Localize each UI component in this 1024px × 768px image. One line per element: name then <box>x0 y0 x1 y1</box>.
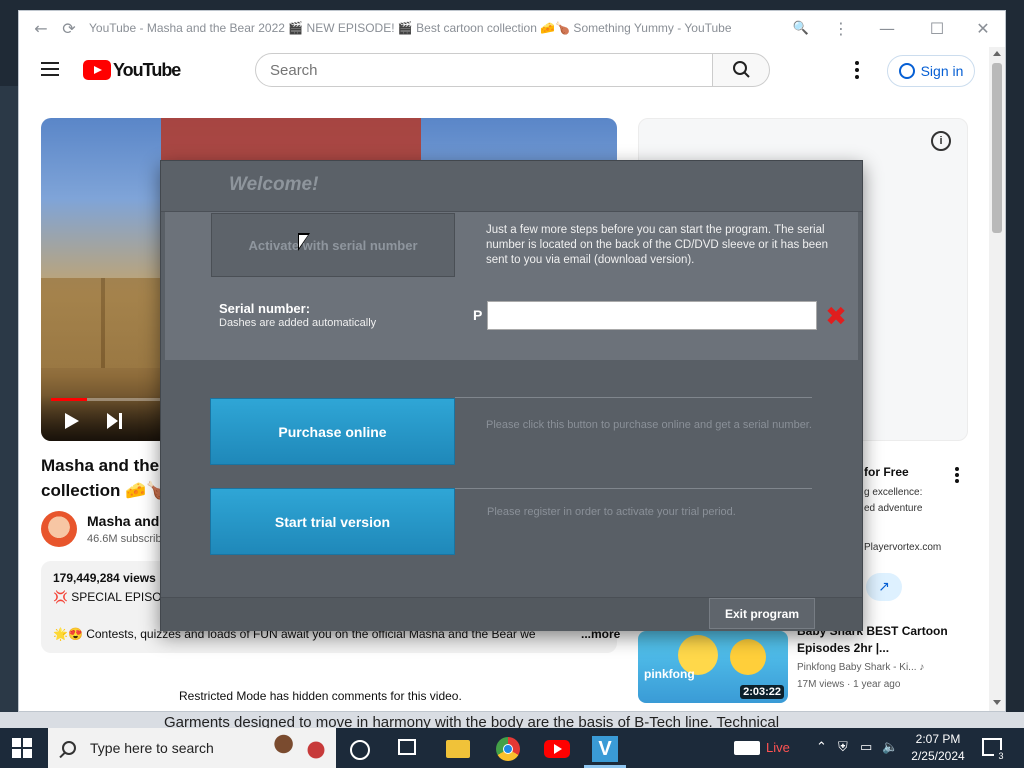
activation-dialog: Welcome! Activate with serial number Jus… <box>160 160 863 631</box>
search-icon <box>62 741 76 755</box>
divider <box>455 397 812 398</box>
youtube-play-logo-icon <box>83 60 111 80</box>
clock-date: 2/25/2024 <box>911 749 965 763</box>
sign-in-button[interactable]: Sign in <box>887 55 975 87</box>
trial-description: Please register in order to activate you… <box>487 506 736 518</box>
info-icon[interactable]: i <box>931 131 951 151</box>
purchase-online-button[interactable]: Purchase online <box>210 398 455 465</box>
ad-menu-kebab-icon[interactable] <box>955 467 959 485</box>
activation-info-text: Just a few more steps before you can sta… <box>486 224 828 266</box>
video-duration: 2:03:22 <box>740 685 784 699</box>
youtube-app-icon[interactable] <box>544 740 570 758</box>
taskbar: Type here to search V Live ⌃ ⛨ ▭ 🔈 2:07 … <box>0 728 1024 768</box>
serial-number-label: Serial number: <box>219 301 311 316</box>
related-video-meta: 17M views · 1 year ago <box>797 679 901 690</box>
youtube-logo[interactable]: YouTube <box>83 60 181 80</box>
clock-time: 2:07 PM <box>915 732 961 746</box>
close-button[interactable]: ✕ <box>973 19 993 39</box>
ad-url: Playervortex.com <box>864 542 942 553</box>
divider <box>455 488 812 489</box>
serial-prefix: P <box>473 307 483 323</box>
window-title: YouTube - Masha and the Bear 2022 🎬 NEW … <box>89 21 732 35</box>
related-video-channel[interactable]: Pinkfong Baby Shark - Ki... ♪ <box>797 662 924 673</box>
related-video-thumbnail[interactable]: pinkfong 2:03:22 <box>638 631 788 703</box>
scroll-down-icon[interactable] <box>993 700 1001 705</box>
back-arrow-icon[interactable]: ← <box>31 19 51 39</box>
exit-program-button[interactable]: Exit program <box>709 598 815 629</box>
task-view-icon[interactable] <box>398 739 416 755</box>
chevron-up-icon[interactable]: ⌃ <box>816 740 827 755</box>
desktop-background <box>0 86 18 716</box>
network-icon[interactable]: ▭ <box>860 740 872 755</box>
start-trial-button[interactable]: Start trial version <box>210 488 455 555</box>
hamburger-menu-icon[interactable] <box>41 62 59 76</box>
minimize-button[interactable]: — <box>877 19 897 39</box>
search-icon <box>733 61 750 78</box>
taskbar-search[interactable]: Type here to search <box>48 728 336 768</box>
installer-app-icon[interactable]: V <box>592 736 618 762</box>
security-icon[interactable]: ⛨ <box>838 740 848 755</box>
channel-name[interactable]: Masha and <box>87 513 159 529</box>
clock[interactable]: 2:07 PM 2/25/2024 <box>904 731 972 765</box>
page-scrollbar[interactable] <box>989 47 1005 711</box>
search-button[interactable] <box>712 53 770 87</box>
search-highlight-image <box>262 728 334 768</box>
activate-serial-button[interactable]: Activate with serial number <box>211 213 455 277</box>
title-bar: ← ⟳ YouTube - Masha and the Bear 2022 🎬 … <box>19 11 1005 48</box>
subscriber-count: 46.6M subscrib <box>87 533 162 545</box>
settings-kebab-icon[interactable] <box>855 61 861 79</box>
play-icon[interactable] <box>65 413 79 429</box>
serial-number-hint: Dashes are added automatically <box>219 317 377 329</box>
cortana-icon[interactable] <box>350 740 370 760</box>
serial-number-input[interactable] <box>487 301 817 330</box>
live-label[interactable]: Live <box>766 740 790 755</box>
scroll-up-icon[interactable] <box>993 51 1001 56</box>
mlb-logo-icon[interactable] <box>734 741 760 755</box>
description-line: 💢 SPECIAL EPISO <box>53 590 162 604</box>
ad-description: g excellence: <box>864 487 923 498</box>
chrome-icon[interactable] <box>496 737 520 761</box>
external-link-icon[interactable]: ↗ <box>866 573 902 601</box>
view-count: 179,449,284 views <box>53 571 156 585</box>
notification-count: 3 <box>994 750 1008 762</box>
channel-avatar[interactable] <box>41 511 77 547</box>
purchase-description: Please click this button to purchase onl… <box>486 419 812 431</box>
restricted-mode-notice: Restricted Mode has hidden comments for … <box>179 689 462 703</box>
menu-kebab-icon[interactable]: ⋮ <box>831 19 851 39</box>
thumbnail-brand: pinkfong <box>644 667 695 681</box>
ad-title[interactable]: for Free <box>864 465 909 479</box>
user-icon <box>898 63 915 79</box>
next-icon[interactable] <box>107 413 123 429</box>
clear-serial-icon[interactable]: ✖ <box>824 304 848 330</box>
scrollbar-thumb[interactable] <box>992 63 1002 233</box>
youtube-header: YouTube Sign in <box>19 47 989 95</box>
reload-icon[interactable]: ⟳ <box>59 19 79 39</box>
maximize-button[interactable]: ☐ <box>927 19 947 39</box>
volume-icon[interactable]: 🔈 <box>882 740 898 755</box>
dialog-title: Welcome! <box>229 174 319 195</box>
ad-description: ed adventure <box>864 503 923 514</box>
zoom-icon[interactable]: 🔍 <box>791 19 811 39</box>
windows-start-icon[interactable] <box>12 738 32 758</box>
file-explorer-icon[interactable] <box>446 740 470 758</box>
search-input[interactable] <box>255 53 713 87</box>
